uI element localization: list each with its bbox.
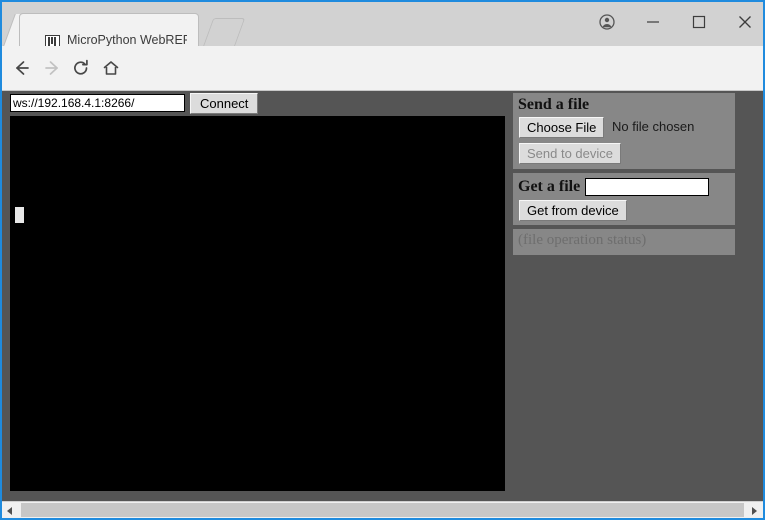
page-bottom-edge (2, 491, 763, 501)
page-viewport: Connect Terminal widget should be focuse… (2, 91, 763, 501)
connect-button[interactable]: Connect (190, 93, 259, 114)
send-file-title: Send a file (518, 96, 590, 113)
choose-file-button[interactable]: Choose File (519, 117, 605, 138)
maximize-icon[interactable] (677, 6, 721, 36)
scrollbar-thumb[interactable] (21, 503, 744, 517)
home-icon[interactable] (97, 54, 125, 82)
new-tab-button[interactable] (202, 18, 246, 47)
terminal-cursor (15, 207, 24, 223)
title-bar: MicroPython WebREPL ✕ (2, 2, 763, 50)
browser-window: MicroPython WebREPL ✕ (0, 0, 765, 520)
profile-avatar-icon[interactable] (585, 6, 629, 36)
minimize-icon[interactable] (631, 6, 675, 36)
horizontal-scrollbar[interactable] (2, 501, 763, 518)
back-arrow-icon[interactable] (8, 54, 36, 82)
reload-icon[interactable] (67, 54, 95, 82)
scroll-left-arrow-icon[interactable] (2, 502, 19, 518)
get-file-title: Get a file (518, 178, 581, 195)
websocket-url-input[interactable] (10, 94, 185, 112)
close-icon[interactable] (723, 6, 763, 36)
get-filename-input[interactable] (585, 178, 709, 196)
browser-toolbar: micropython.org/webrepl/? (2, 46, 763, 127)
forward-arrow-icon (38, 54, 66, 82)
send-to-device-button[interactable]: Send to device (519, 143, 622, 164)
scroll-right-arrow-icon[interactable] (746, 502, 763, 518)
terminal-output[interactable] (10, 116, 505, 501)
chosen-file-label: No file chosen (612, 119, 695, 134)
get-file-panel: Get a file Get from device (513, 173, 735, 225)
get-from-device-button[interactable]: Get from device (519, 200, 627, 221)
file-status-panel: (file operation status) (513, 229, 735, 255)
browser-tab[interactable]: MicroPython WebREPL ✕ (20, 14, 216, 50)
file-status-text: (file operation status) (518, 232, 647, 248)
tab-title: MicroPython WebREPL (67, 33, 187, 47)
send-file-panel: Send a file Choose File No file chosen S… (513, 93, 735, 169)
